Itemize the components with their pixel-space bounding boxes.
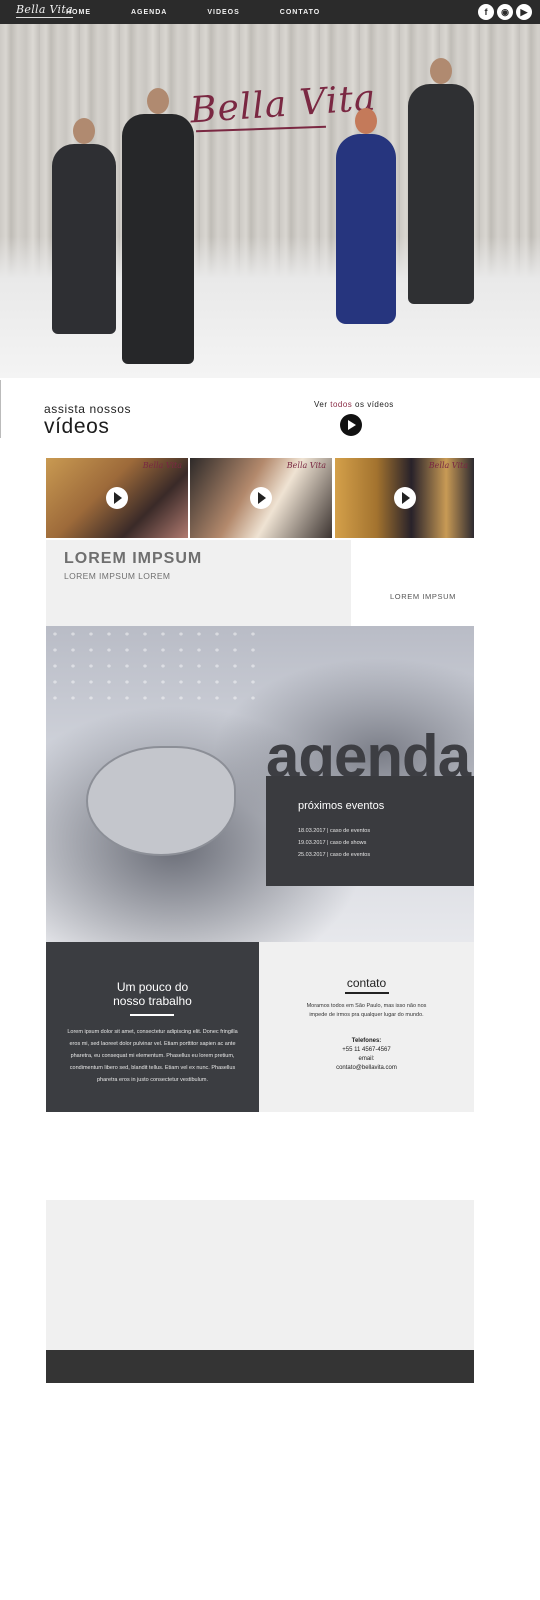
nav-item-videos[interactable]: VIDEOS (207, 9, 239, 16)
event-item[interactable]: 18.03.2017 | caso de eventos (298, 828, 370, 834)
phones-label: Telefones: (351, 1038, 382, 1044)
videos-divider (0, 380, 1, 438)
videos-title: vídeos (44, 415, 110, 438)
see-all-play-button[interactable] (340, 414, 362, 436)
event-item[interactable]: 19.03.2017 | caso de shows (298, 840, 366, 846)
nav-item-agenda[interactable]: AGENDA (131, 9, 167, 16)
contact-title-underline (345, 992, 389, 994)
events-heading: próximos eventos (298, 800, 385, 812)
youtube-icon[interactable]: ▶ (516, 4, 532, 20)
play-icon[interactable] (106, 487, 128, 509)
instagram-icon[interactable]: ◉ (497, 4, 513, 20)
about-title-line2: nosso trabalho (113, 994, 192, 1008)
agenda-section: agenda próximos eventos 18.03.2017 | cas… (46, 626, 474, 942)
footer-bar (46, 1350, 474, 1383)
band-member-4 (408, 58, 474, 304)
thumbnail-brand: Bella Vita (286, 461, 326, 470)
guitar-photo (86, 746, 236, 856)
nav-item-contato[interactable]: CONTATO (280, 9, 320, 16)
lorem-subtitle: LOREM IMPSUM LOREM (64, 571, 171, 581)
nav-menu: HOME AGENDA VIDEOS CONTATO (66, 0, 360, 24)
page: Bella Vita HOME AGENDA VIDEOS CONTATO f … (0, 0, 540, 1600)
flag-stars-background (46, 626, 266, 706)
see-all-videos-link[interactable]: Ver todos os vídeos (314, 400, 394, 409)
events-panel: próximos eventos 18.03.2017 | caso de ev… (266, 776, 474, 886)
videos-subtitle: assista nossos (44, 402, 132, 416)
play-icon[interactable] (250, 487, 272, 509)
contact-text: Moramos todos em São Paulo, mas isso não… (306, 1003, 427, 1018)
lorem-side-text: LOREM IMPSUM (390, 592, 456, 601)
phone-number[interactable]: +55 11 4567-4567 (259, 1047, 474, 1053)
facebook-icon[interactable]: f (478, 4, 494, 20)
see-all-suffix: os vídeos (352, 400, 394, 409)
nav-item-home[interactable]: HOME (66, 9, 91, 16)
top-nav: Bella Vita HOME AGENDA VIDEOS CONTATO f … (0, 0, 540, 24)
contact-section: contato Moramos todos em São Paulo, mas … (259, 942, 474, 1112)
social-links: f ◉ ▶ (478, 4, 532, 20)
video-thumbnail-2[interactable]: Bella Vita (190, 458, 332, 538)
video-thumbnail-3[interactable]: Bella Vita (335, 458, 474, 538)
about-title-line1: Um pouco do (116, 980, 189, 994)
band-member-3 (336, 108, 396, 324)
hero-banner: Bella Vita (0, 24, 540, 378)
about-body: Lorem ipsum dolor sit amet, consectetur … (67, 1029, 238, 1083)
band-member-2 (122, 88, 194, 364)
lorem-title: LOREM IMPSUM (64, 550, 203, 567)
hero-brand-logo: Bella Vita (188, 77, 378, 132)
thumbnail-brand: Bella Vita (428, 461, 468, 470)
nav-logo[interactable]: Bella Vita (16, 3, 73, 18)
placeholder-block (46, 1200, 474, 1350)
lorem-block: LOREM IMPSUM LOREM IMPSUM LOREM (46, 540, 351, 626)
event-item[interactable]: 25.03.2017 | caso de eventos (298, 852, 370, 858)
thumbnail-brand: Bella Vita (142, 461, 182, 470)
band-member-1 (52, 118, 116, 334)
email-label: email: (358, 1056, 375, 1062)
about-title-underline (130, 1014, 174, 1016)
see-all-prefix: Ver (314, 400, 331, 409)
play-icon[interactable] (393, 487, 416, 509)
video-thumbnail-1[interactable]: Bella Vita (46, 458, 188, 538)
about-work-section: Um pouco do nosso trabalho Lorem ipsum d… (46, 942, 259, 1112)
email-link[interactable]: contato@bellavita.com (259, 1065, 474, 1071)
see-all-highlight: todos (330, 400, 353, 409)
contact-title: contato (346, 976, 387, 990)
